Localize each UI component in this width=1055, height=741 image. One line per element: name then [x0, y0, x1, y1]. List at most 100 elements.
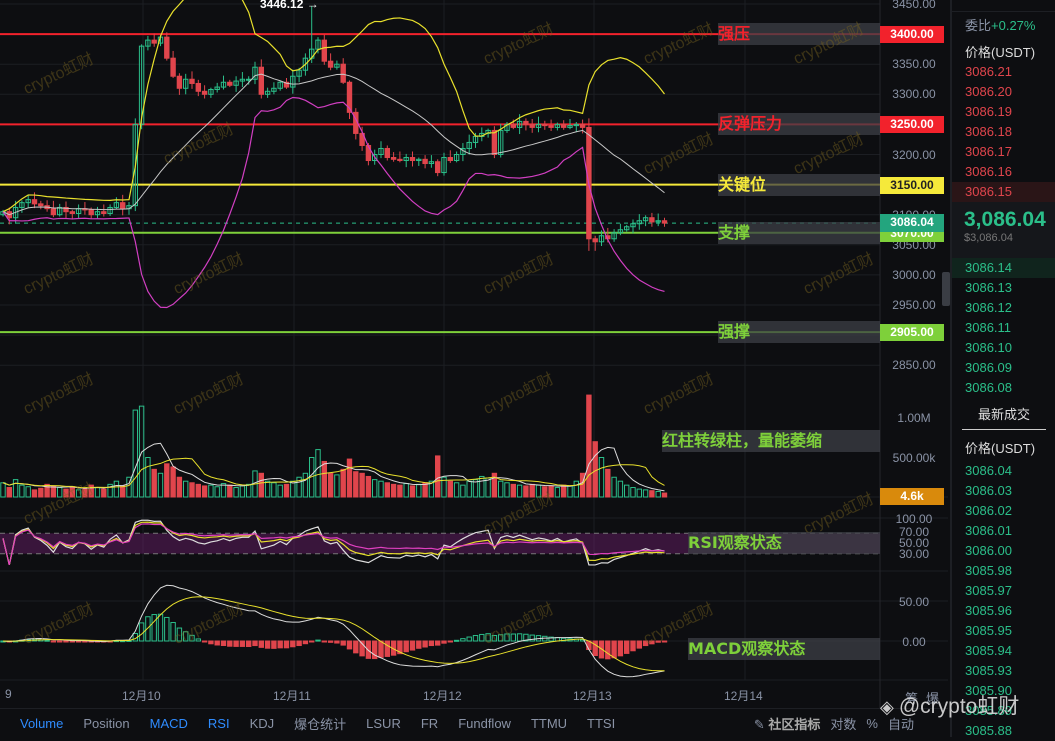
rsi-tick: 30.00: [898, 547, 930, 561]
macd-histogram-bar: [208, 640, 214, 645]
tab-lsur[interactable]: LSUR: [366, 716, 401, 731]
macd-histogram-bar: [491, 634, 498, 642]
ask-row[interactable]: 3086.17: [952, 142, 1055, 162]
volume-ma5-line: [2, 442, 665, 492]
volume-bar: [617, 480, 624, 498]
volume-bar: [315, 449, 321, 498]
tab-macd[interactable]: MACD: [150, 716, 188, 731]
ask-row[interactable]: 3086.19: [952, 102, 1055, 122]
ask-row[interactable]: 3086.15: [952, 182, 1055, 202]
macd-histogram-bar: [592, 640, 598, 657]
tab-爆仓统计[interactable]: 爆仓统计: [294, 714, 346, 733]
price-tick: 2850.00: [892, 358, 936, 373]
macd-histogram-bar: [340, 640, 346, 646]
macd-histogram-bar: [271, 640, 277, 649]
level-price-tag: 2905.00: [880, 324, 944, 342]
bid-row[interactable]: 3086.12: [952, 298, 1055, 318]
level-annotation: 强撑: [718, 321, 880, 344]
volume-bar: [0, 482, 6, 498]
macd-histogram-bar: [75, 640, 82, 643]
macd-histogram-bar: [510, 633, 517, 642]
ask-row[interactable]: 3086.21: [952, 62, 1055, 82]
bid-row[interactable]: 3086.13: [952, 278, 1055, 298]
macd-histogram-bar: [302, 640, 309, 645]
volume-bar: [529, 483, 535, 498]
trades-header: 价格(USDT): [965, 441, 1036, 456]
bid-row[interactable]: 3086.11: [952, 318, 1055, 338]
tab-ttsi[interactable]: TTSI: [587, 716, 615, 731]
macd-histogram-bar: [649, 640, 655, 645]
candle-body: [120, 202, 126, 210]
macd-tick: 0.00: [902, 635, 926, 649]
volume-bar: [283, 483, 290, 498]
macd-histogram-bar: [447, 640, 454, 643]
volume-bar: [661, 492, 668, 498]
bid-row[interactable]: 3086.08: [952, 378, 1055, 398]
macd-histogram-bar: [485, 633, 491, 642]
volume-bar: [258, 472, 265, 498]
macd-histogram-bar: [334, 640, 340, 644]
volume-bar: [201, 485, 208, 498]
volume-bar: [567, 485, 573, 498]
macd-histogram-bar: [611, 640, 617, 659]
macd-histogram-bar: [466, 636, 472, 642]
bid-row[interactable]: 3086.10: [952, 338, 1055, 358]
tab-rsi[interactable]: RSI: [208, 716, 230, 731]
tab-fr[interactable]: FR: [421, 716, 438, 731]
macd-histogram-bar: [460, 638, 466, 642]
community-indicators-button[interactable]: 社区指标: [768, 717, 820, 732]
volume-bar: [535, 484, 542, 498]
ask-row[interactable]: 3086.16: [952, 162, 1055, 182]
level-annotation: 强压: [718, 23, 880, 46]
macd-annotation: MACD观察状态: [688, 638, 880, 660]
volume-bar: [164, 463, 170, 498]
tab-position[interactable]: Position: [83, 716, 129, 731]
level-annotation: 关键位: [718, 173, 880, 196]
log-scale-button[interactable]: 对数: [830, 714, 856, 733]
macd-histogram-bar: [661, 640, 668, 643]
trade-row: 3085.94: [965, 643, 1012, 658]
macd-histogram-bar: [642, 640, 649, 647]
tab-volume[interactable]: Volume: [20, 716, 63, 731]
ask-row[interactable]: 3086.20: [952, 82, 1055, 102]
volume-bar: [38, 487, 44, 498]
macd-histogram-bar: [365, 640, 372, 659]
volume-bar: [94, 487, 101, 498]
volume-bar: [365, 475, 372, 498]
ask-row[interactable]: 3086.18: [952, 122, 1055, 142]
tab-fundflow[interactable]: Fundflow: [458, 716, 511, 731]
trade-row: 3085.95: [965, 623, 1012, 638]
volume-bar: [642, 489, 649, 498]
bid-row[interactable]: 3086.09: [952, 358, 1055, 378]
volume-bar: [183, 480, 189, 498]
high-price-marker: 3446.12 →: [260, 0, 319, 11]
macd-histogram-bar: [624, 640, 630, 654]
candle-body: [561, 123, 567, 128]
volume-bar: [31, 489, 38, 498]
candle-body: [170, 57, 176, 77]
macd-histogram-bar: [409, 640, 416, 651]
candle-body: [88, 209, 94, 216]
x-axis-label: 12月10: [122, 689, 161, 703]
bid-row[interactable]: 3086.14: [952, 258, 1055, 278]
candle-body: [38, 203, 44, 207]
volume-bar: [271, 482, 277, 498]
macd-histogram-bar: [422, 640, 428, 648]
volume-bar: [321, 460, 328, 498]
percent-scale-button[interactable]: %: [866, 716, 878, 731]
macd-histogram-bar: [283, 640, 290, 649]
candle-body: [164, 36, 170, 59]
x-axis-label: 12月13: [573, 689, 612, 703]
volume-bar: [264, 480, 271, 498]
candlestick-chart[interactable]: [0, 0, 948, 708]
tab-ttmu[interactable]: TTMU: [531, 716, 567, 731]
macd-histogram-bar: [50, 640, 57, 643]
volume-bar: [523, 485, 529, 498]
trades-title[interactable]: 最新成交: [962, 398, 1046, 430]
macd-histogram-bar: [321, 640, 328, 643]
tab-kdj[interactable]: KDJ: [250, 716, 275, 731]
volume-bar: [655, 490, 661, 498]
candle-body: [69, 211, 75, 214]
collapse-panel-handle[interactable]: [942, 272, 950, 306]
macd-histogram-bar: [327, 640, 334, 643]
